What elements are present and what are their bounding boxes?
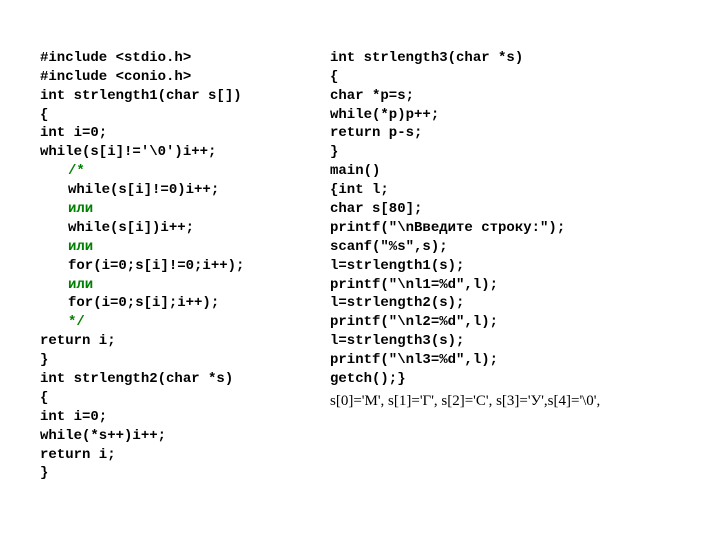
code-line: int strlength1(char s[]) xyxy=(40,88,242,104)
code-line: int strlength2(char *s) xyxy=(40,371,233,387)
code-line: } xyxy=(40,465,48,481)
code-line: return i; xyxy=(40,333,116,349)
code-line: l=strlength3(s); xyxy=(330,333,464,349)
code-line: { xyxy=(40,107,48,123)
code-line: return p-s; xyxy=(330,125,422,141)
code-line: main() xyxy=(330,163,380,179)
code-line: char s[80]; xyxy=(330,201,422,217)
comment-line: */ xyxy=(40,313,330,332)
code-line: #include <stdio.h> xyxy=(40,50,191,66)
code-line: printf("\nl2=%d",l); xyxy=(330,314,498,330)
code-line: int strlength3(char *s) xyxy=(330,50,523,66)
comment-line: или xyxy=(40,238,330,257)
code-line: } xyxy=(330,144,338,160)
left-column: #include <stdio.h> #include <conio.h> in… xyxy=(40,30,330,483)
code-line: printf("\nl1=%d",l); xyxy=(330,277,498,293)
code-line: for(i=0;s[i];i++); xyxy=(40,294,330,313)
code-line: int i=0; xyxy=(40,409,107,425)
code-line: while(s[i]!='\0')i++; xyxy=(40,144,216,160)
code-line: while(*s++)i++; xyxy=(40,428,166,444)
code-line: #include <conio.h> xyxy=(40,69,191,85)
code-line: return i; xyxy=(40,447,116,463)
code-line: while(*p)p++; xyxy=(330,107,439,123)
code-slide: #include <stdio.h> #include <conio.h> in… xyxy=(0,0,720,493)
code-line: scanf("%s",s); xyxy=(330,239,448,255)
code-line: l=strlength2(s); xyxy=(330,295,464,311)
code-line: while(s[i]!=0)i++; xyxy=(40,181,330,200)
code-line: {int l; xyxy=(330,182,389,198)
code-line: { xyxy=(40,390,48,406)
code-line: printf("\nВведите строку:"); xyxy=(330,220,565,236)
array-values-note: s[0]='М', s[1]='Г', s[2]='С', s[3]='У',s… xyxy=(330,391,700,411)
comment-line: или xyxy=(40,200,330,219)
code-line: getch();} xyxy=(330,371,406,387)
code-line: char *p=s; xyxy=(330,88,414,104)
comment-line: /* xyxy=(40,162,330,181)
code-line: } xyxy=(40,352,48,368)
code-line: printf("\nl3=%d",l); xyxy=(330,352,498,368)
code-line: while(s[i])i++; xyxy=(40,219,330,238)
code-line: for(i=0;s[i]!=0;i++); xyxy=(40,257,330,276)
comment-line: или xyxy=(40,276,330,295)
code-line: int i=0; xyxy=(40,125,107,141)
right-column: int strlength3(char *s) { char *p=s; whi… xyxy=(330,30,700,483)
code-line: l=strlength1(s); xyxy=(330,258,464,274)
code-line: { xyxy=(330,69,338,85)
